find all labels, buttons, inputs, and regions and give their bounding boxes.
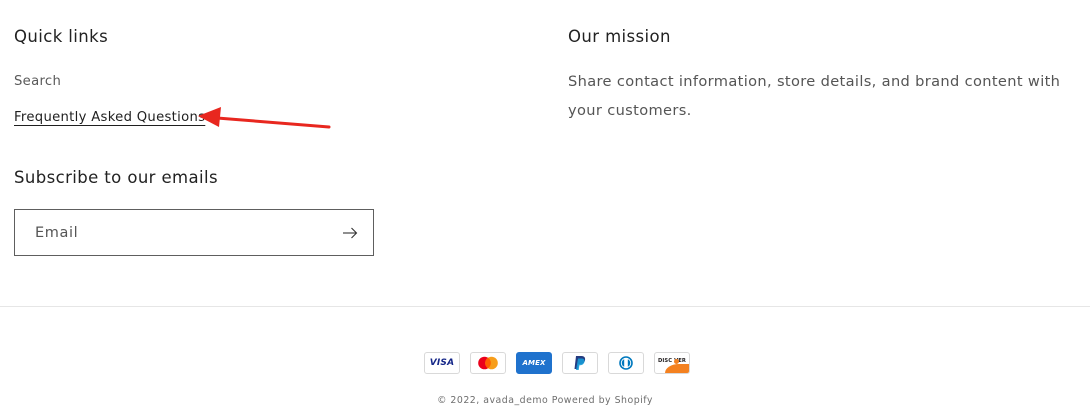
discover-dot — [673, 358, 679, 364]
discover-band — [665, 364, 689, 373]
mastercard-icon — [470, 352, 506, 374]
discover-icon: DISC VER — [654, 352, 690, 374]
amex-icon: AMEX — [516, 352, 552, 374]
payment-icons: VISA AMEX DISC VER — [424, 352, 690, 374]
store-name-link[interactable]: avada_demo — [483, 395, 548, 406]
subscribe-heading: Subscribe to our emails — [14, 168, 219, 187]
copyright-line: © 2022, avada_demo Powered by Shopify — [0, 395, 1090, 406]
footer-divider — [0, 306, 1090, 307]
our-mission-heading: Our mission — [568, 27, 671, 46]
quick-links-heading: Quick links — [14, 27, 109, 46]
site-footer: Quick links Search Frequently Asked Ques… — [0, 0, 1090, 419]
discover-label: DISC VER — [658, 358, 686, 364]
powered-by-shopify-link[interactable]: Powered by Shopify — [552, 395, 653, 406]
visa-icon: VISA — [424, 352, 460, 374]
newsletter-form — [14, 209, 374, 256]
amex-label: AMEX — [522, 359, 546, 367]
copyright-prefix: © 2022, — [437, 395, 484, 406]
email-input[interactable] — [15, 210, 345, 255]
arrow-right-icon — [343, 227, 358, 238]
diners-club-icon — [608, 352, 644, 374]
red-arrow-annotation — [198, 107, 331, 129]
footer-link-search[interactable]: Search — [14, 74, 61, 89]
paypal-icon — [562, 352, 598, 374]
mission-text: Share contact information, store details… — [568, 73, 1061, 119]
subscribe-submit-button[interactable] — [327, 210, 373, 255]
visa-label: VISA — [429, 358, 455, 368]
footer-link-faq[interactable]: Frequently Asked Questions — [14, 110, 205, 125]
